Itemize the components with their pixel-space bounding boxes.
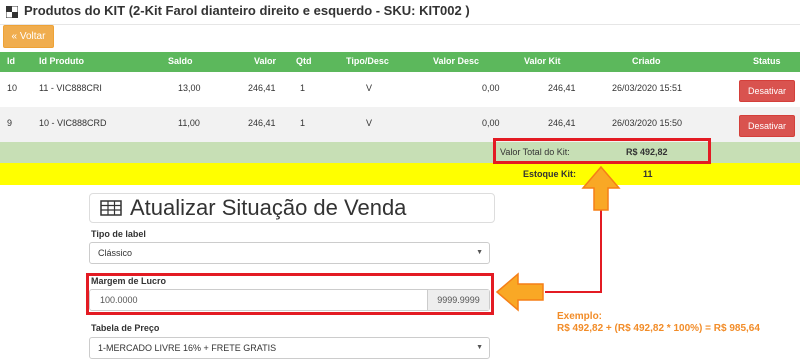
example-line-2: R$ 492,82 + (R$ 492,82 * 100%) = R$ 985,… <box>557 323 760 334</box>
example-annotation: Exemplo: R$ 492,82 + (R$ 492,82 * 100%) … <box>557 311 760 335</box>
up-arrow-icon <box>581 165 621 211</box>
left-arrow-icon <box>495 272 544 312</box>
annotation-arrows <box>495 165 621 312</box>
connector-line <box>545 208 602 293</box>
example-line-1: Exemplo: <box>557 311 603 322</box>
